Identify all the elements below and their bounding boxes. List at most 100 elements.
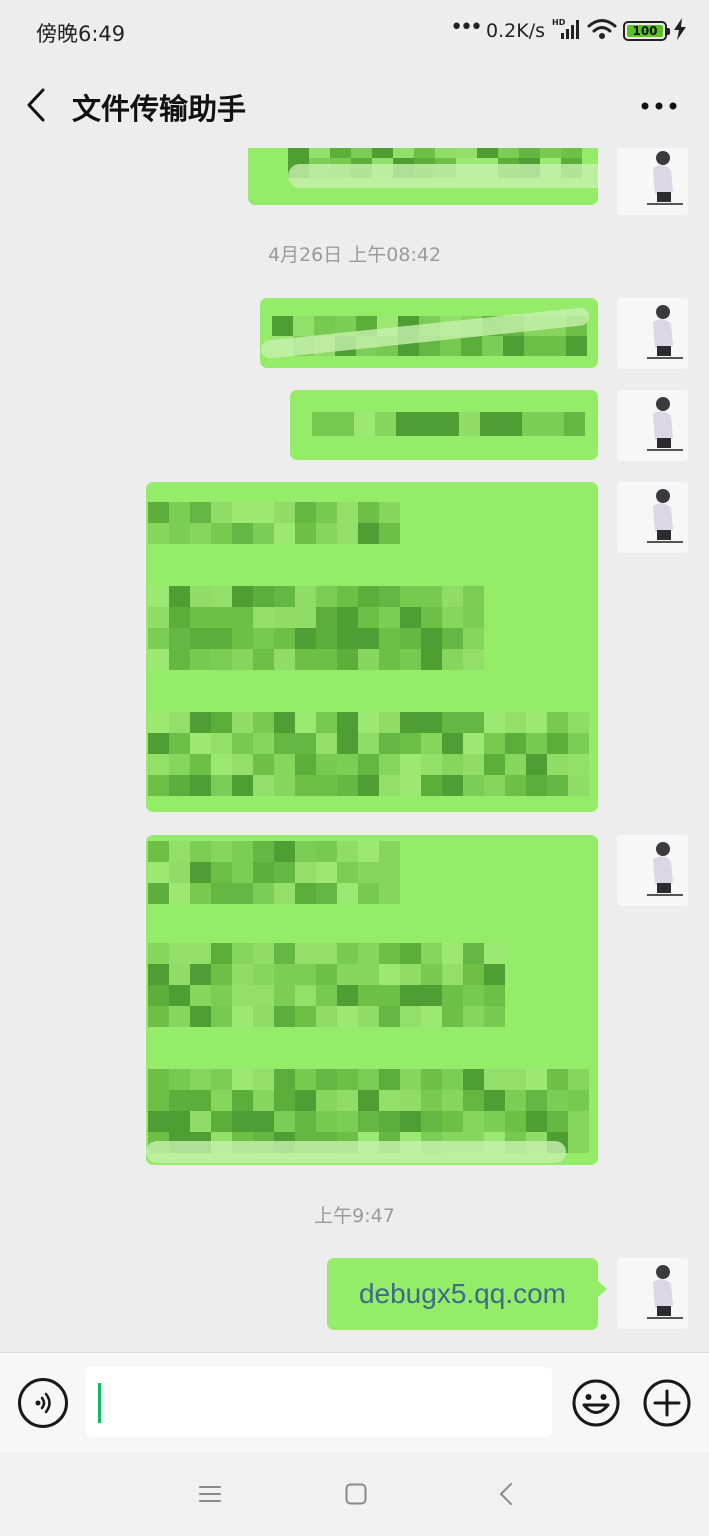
pixel-block [421,754,442,775]
pixel-block [316,649,337,670]
pixel-block [148,1090,169,1111]
pixel-block [330,148,351,158]
pixel-block [274,1006,295,1027]
pixel-block [396,412,417,436]
message-input[interactable] [86,1367,552,1437]
pixel-block [421,964,442,985]
pixel-block [295,586,316,607]
pixel-block [253,754,274,775]
pixel-block [379,733,400,754]
message-bubble-redacted[interactable] [248,148,598,205]
pixelated-content [148,943,505,1027]
avatar[interactable] [617,482,688,553]
pixel-block [316,964,337,985]
pixel-block [526,1090,547,1111]
pixel-block [379,586,400,607]
pixel-block [169,1069,190,1090]
avatar[interactable] [617,835,688,906]
pixel-block [358,943,379,964]
pixel-block [274,862,295,883]
pixel-block [316,523,337,544]
pixel-block [148,502,169,523]
pixel-block [442,628,463,649]
avatar[interactable] [617,390,688,461]
pixel-block [547,1069,568,1090]
message-bubble-redacted[interactable] [146,482,598,812]
message-bubble-redacted[interactable] [260,298,598,368]
pixel-block [505,775,526,796]
pixel-block [274,628,295,649]
avatar[interactable] [617,298,688,369]
pixel-block [211,883,232,904]
pixel-block [253,712,274,733]
message-bubble-redacted[interactable] [290,390,598,460]
pixel-block [211,841,232,862]
pixel-block [169,1006,190,1027]
pixel-block [148,775,169,796]
back-button[interactable] [16,82,56,128]
avatar[interactable] [617,1258,688,1329]
pixel-block [316,586,337,607]
chat-title: 文件传输助手 [72,92,247,126]
pixel-block [295,607,316,628]
pixel-block [526,1111,547,1132]
pixel-block [379,1006,400,1027]
pixel-block [358,775,379,796]
pixel-block [400,985,421,1006]
pixel-block [169,649,190,670]
system-back-button[interactable] [486,1474,526,1514]
pixel-block [568,1069,589,1090]
more-dots-icon: ••• [450,15,483,40]
pixel-block [463,964,484,985]
more-button[interactable] [631,86,687,126]
pixel-block [232,1090,253,1111]
pixel-block [190,862,211,883]
pixel-block [337,628,358,649]
pixel-block [442,775,463,796]
pixel-block [421,1090,442,1111]
timestamp: 4月26日 上午08:42 [267,244,442,266]
pixel-block [463,586,484,607]
pixel-block [442,649,463,670]
pixel-block [148,1006,169,1027]
pixel-block [547,754,568,775]
pixel-block [421,1069,442,1090]
pixel-block [274,502,295,523]
pixel-block [295,502,316,523]
pixel-block [379,502,400,523]
pixel-block [274,754,295,775]
pixel-block [190,943,211,964]
pixel-block [169,502,190,523]
message-list[interactable]: 4月26日 上午08:42 上午9:47 debugx5.qq.com [0,148,709,1352]
more-functions-button[interactable] [642,1378,692,1428]
recent-apps-button[interactable] [190,1474,230,1514]
emoji-button[interactable] [571,1378,621,1428]
system-navigation [0,1452,709,1536]
message-text[interactable]: debugx5.qq.com [327,1258,598,1330]
pixel-block [505,1069,526,1090]
status-bar: 傍晚6:49 ••• 0.2K/s HD 100 [0,0,709,64]
pixel-block [232,1069,253,1090]
avatar[interactable] [617,148,688,215]
message-bubble-redacted[interactable] [146,835,598,1165]
voice-button[interactable] [18,1378,68,1428]
pixel-block [480,412,501,436]
pixel-block [295,841,316,862]
pixel-block [274,1111,295,1132]
network-speed: 0.2K/s [486,20,545,42]
pixel-block [316,775,337,796]
pixel-block [543,412,564,436]
message-bubble[interactable]: debugx5.qq.com [327,1258,607,1330]
pixel-block [274,841,295,862]
pixel-block [253,1090,274,1111]
home-button[interactable] [336,1474,376,1514]
pixel-block [400,754,421,775]
pixel-block [169,754,190,775]
pixel-block [316,754,337,775]
pixel-block [316,985,337,1006]
pixel-block [211,586,232,607]
pixel-block [169,586,190,607]
back-icon [500,1483,512,1505]
avatar-figure-icon [617,298,688,369]
pixel-block [463,775,484,796]
